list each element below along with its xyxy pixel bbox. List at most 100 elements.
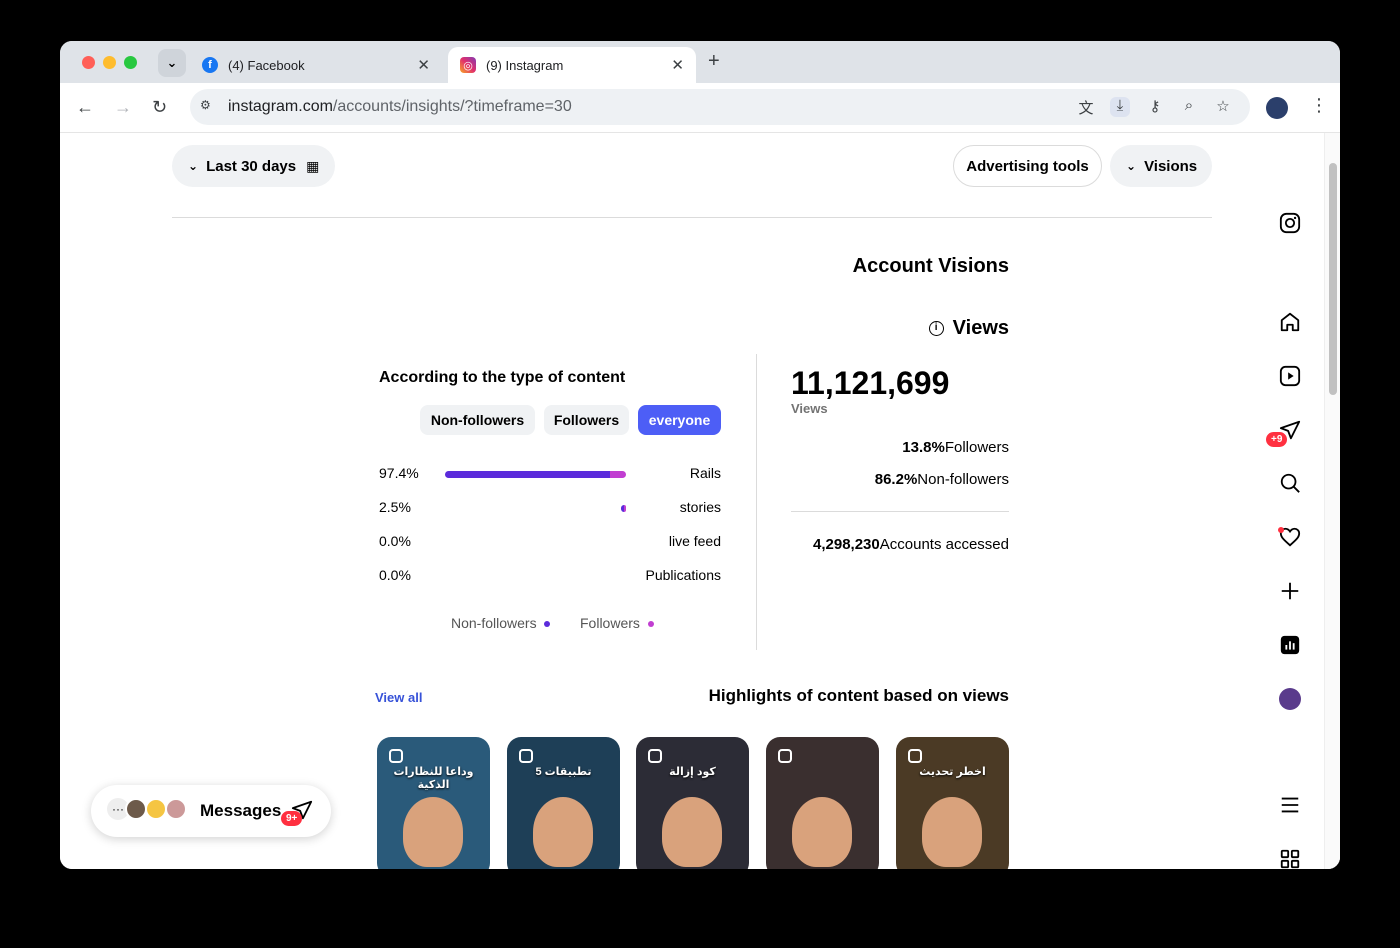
content-thumbnail[interactable]: اخطر تحديث bbox=[896, 737, 1009, 869]
accounts-stat: 4,298,230Accounts accessed bbox=[813, 536, 1009, 553]
maximize-window-button[interactable] bbox=[124, 56, 137, 69]
advertising-tools-button[interactable]: Advertising tools bbox=[953, 145, 1102, 187]
view-all-link[interactable]: View all bbox=[375, 690, 422, 705]
forward-icon[interactable]: → bbox=[114, 97, 132, 118]
segment-label: everyone bbox=[648, 412, 711, 428]
home-icon[interactable] bbox=[1278, 310, 1302, 334]
tab-search-button[interactable]: ⌄ bbox=[158, 49, 186, 77]
scrollbar-thumb[interactable] bbox=[1329, 163, 1337, 395]
facebook-icon: f bbox=[202, 57, 218, 73]
content-thumbnail[interactable]: كود إزالة bbox=[636, 737, 749, 869]
site-settings-icon[interactable]: ⚙ bbox=[200, 98, 218, 116]
non-followers-stat-label: Non-followers bbox=[917, 471, 1009, 488]
stat-divider bbox=[791, 511, 1009, 512]
content-thumbnail[interactable]: وداعا للنظارات الذكية bbox=[377, 737, 490, 869]
visions-dropdown[interactable]: ⌄ Visions bbox=[1110, 145, 1212, 187]
bookmark-star-icon[interactable]: ☆ bbox=[1213, 97, 1233, 117]
reel-icon bbox=[908, 749, 922, 763]
segment-label: Non-followers bbox=[430, 412, 525, 428]
followers-stat-label: Followers bbox=[944, 439, 1009, 456]
close-window-button[interactable] bbox=[82, 56, 95, 69]
timeframe-dropdown[interactable]: ⌄ Last 30 days ▦ bbox=[172, 145, 335, 187]
messages-label: Messages bbox=[200, 801, 282, 820]
vertical-divider bbox=[756, 354, 757, 650]
legend-followers: Followers bbox=[580, 615, 654, 631]
total-views: 11,121,699 bbox=[791, 365, 950, 401]
scrollbar[interactable] bbox=[1324, 133, 1340, 869]
divider bbox=[172, 217, 1212, 218]
thumbnail-caption: اخطر تحديث bbox=[919, 766, 986, 778]
timeframe-label: Last 30 days bbox=[206, 157, 297, 175]
content-type-row: 0.0% live feed bbox=[379, 531, 721, 551]
accounts-count: 4,298,230 bbox=[813, 536, 880, 553]
visions-label: Visions bbox=[1144, 157, 1198, 175]
content-type-row: 97.4% Rails bbox=[379, 463, 721, 483]
instagram-icon[interactable] bbox=[1278, 211, 1302, 235]
url-text[interactable]: instagram.com/accounts/insights/?timefra… bbox=[228, 98, 572, 116]
tab-title: (9) Instagram bbox=[486, 57, 564, 73]
content-thumbnail[interactable] bbox=[766, 737, 879, 869]
tab-title: (4) Facebook bbox=[228, 57, 305, 73]
heart-icon[interactable] bbox=[1278, 525, 1302, 549]
tab-instagram[interactable]: ◎ (9) Instagram ✕ bbox=[448, 47, 696, 83]
thumbnail-caption: وداعا للنظارات الذكية bbox=[393, 766, 474, 791]
close-tab-icon[interactable]: ✕ bbox=[417, 56, 430, 74]
reload-icon[interactable]: ↻ bbox=[152, 97, 167, 118]
minimize-window-button[interactable] bbox=[103, 56, 116, 69]
browser-menu-icon[interactable]: ⋮ bbox=[1310, 95, 1328, 116]
tab-facebook[interactable]: f (4) Facebook ✕ bbox=[190, 47, 442, 83]
reel-icon bbox=[389, 749, 403, 763]
chevron-down-icon: ⌄ bbox=[1126, 159, 1137, 173]
bar-segment-followers bbox=[609, 471, 626, 478]
advertising-tools-label: Advertising tools bbox=[966, 157, 1089, 175]
row-label: Rails bbox=[689, 465, 721, 481]
zoom-icon[interactable]: ⌕ bbox=[1179, 97, 1199, 117]
new-tab-icon[interactable]: + bbox=[708, 50, 720, 73]
back-icon[interactable]: ← bbox=[76, 97, 94, 118]
avatar bbox=[165, 798, 187, 820]
chevron-down-icon: ⌄ bbox=[188, 159, 199, 173]
bar-segment-non-followers bbox=[444, 471, 610, 478]
more-apps-icon[interactable] bbox=[1278, 847, 1302, 869]
reels-icon[interactable] bbox=[1278, 364, 1302, 388]
row-percent: 0.0% bbox=[379, 567, 411, 583]
profile-avatar[interactable] bbox=[1266, 97, 1288, 119]
account-visions-title: Account Visions bbox=[852, 255, 1009, 277]
row-percent: 97.4% bbox=[379, 465, 419, 481]
insights-icon[interactable] bbox=[1278, 633, 1302, 657]
non-followers-stat: 86.2%Non-followers bbox=[875, 471, 1009, 488]
profile-avatar[interactable] bbox=[1278, 687, 1302, 711]
translate-icon[interactable]: 文 bbox=[1076, 97, 1096, 117]
reel-icon bbox=[778, 749, 792, 763]
non-followers-pct: 86.2% bbox=[874, 471, 918, 488]
info-icon[interactable]: i bbox=[928, 321, 944, 336]
install-app-icon[interactable]: ⤓ bbox=[1110, 97, 1130, 117]
row-label: live feed bbox=[668, 533, 721, 549]
browser-window: ⌄ f (4) Facebook ✕ ◎ (9) Instagram ✕ + ←… bbox=[60, 41, 1340, 869]
messages-floating-bar[interactable]: ··· Messages 9+ bbox=[91, 785, 331, 837]
highlights-title: Highlights of content based on views bbox=[708, 686, 1009, 705]
chevron-down-icon: ⌄ bbox=[166, 55, 178, 70]
tab-strip: ⌄ f (4) Facebook ✕ ◎ (9) Instagram ✕ + bbox=[60, 41, 1340, 83]
segment-label: Followers bbox=[553, 412, 620, 428]
segment-non-followers[interactable]: Non-followers bbox=[420, 405, 535, 435]
content-type-row: 2.5% stories bbox=[379, 497, 721, 517]
bar-segment-followers bbox=[623, 505, 626, 512]
reel-icon bbox=[519, 749, 533, 763]
address-bar[interactable]: ⚙ instagram.com/accounts/insights/?timef… bbox=[190, 89, 1250, 125]
create-icon[interactable] bbox=[1278, 579, 1302, 603]
menu-icon[interactable] bbox=[1278, 793, 1302, 817]
password-key-icon[interactable]: ⚷ bbox=[1145, 97, 1165, 117]
views-heading: i Views bbox=[928, 317, 1009, 340]
search-icon[interactable] bbox=[1278, 471, 1302, 495]
row-bar bbox=[440, 471, 626, 478]
browser-toolbar: ← → ↻ ⚙ instagram.com/accounts/insights/… bbox=[60, 83, 1340, 133]
views-caption: Views bbox=[791, 401, 828, 416]
content-thumbnail[interactable]: 5 تطبيقات bbox=[507, 737, 620, 869]
accounts-stat-label: Accounts accessed bbox=[879, 536, 1009, 553]
segment-followers[interactable]: Followers bbox=[544, 405, 629, 435]
url-path: /accounts/insights/?timeframe=30 bbox=[332, 98, 572, 115]
close-tab-icon[interactable]: ✕ bbox=[671, 56, 684, 74]
avatar bbox=[125, 798, 147, 820]
segment-everyone[interactable]: everyone bbox=[638, 405, 721, 435]
